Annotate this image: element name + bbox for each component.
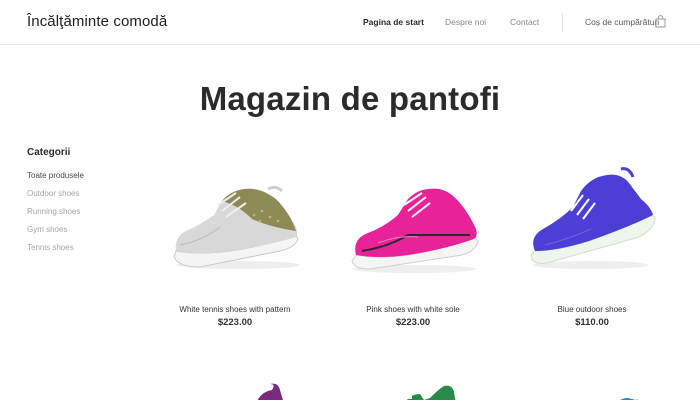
nav-contact[interactable]: Contact — [510, 17, 539, 27]
product-price: $110.00 — [575, 317, 609, 328]
nav-divider — [562, 13, 563, 32]
category-tennis[interactable]: Tennis shoes — [27, 243, 74, 252]
nav-home[interactable]: Pagina de start — [363, 17, 424, 27]
category-outdoor[interactable]: Outdoor shoes — [27, 189, 79, 198]
sidebar-title: Categorii — [27, 147, 71, 158]
product-card[interactable]: Blue outdoor shoes $110.00 — [512, 160, 672, 340]
product-image-peek — [257, 383, 283, 400]
product-image[interactable] — [338, 165, 488, 285]
cart-link[interactable]: Coș de cumpărături — [585, 17, 659, 27]
product-name[interactable]: Pink shoes with white sole — [333, 305, 493, 314]
product-image-peek — [404, 385, 456, 400]
site-header: Încălţăminte comodă Pagina de start Desp… — [0, 0, 700, 45]
product-image[interactable] — [160, 165, 310, 285]
page-title: Magazin de pantofi — [199, 80, 501, 117]
category-gym[interactable]: Gym shoes — [27, 225, 67, 234]
product-card[interactable]: White tennis shoes with pattern $223.00 — [155, 160, 315, 340]
product-name[interactable]: White tennis shoes with pattern — [155, 305, 315, 314]
product-name[interactable]: Blue outdoor shoes — [512, 305, 672, 314]
product-image[interactable] — [517, 165, 667, 285]
nav-about[interactable]: Despre noi — [445, 17, 486, 27]
product-card[interactable]: Pink shoes with white sole $223.00 — [333, 160, 493, 340]
category-running[interactable]: Running shoes — [27, 207, 80, 216]
product-price: $223.00 — [395, 317, 431, 328]
brand-logo[interactable]: Încălţăminte comodă — [27, 13, 167, 30]
product-image-peek — [620, 398, 639, 400]
shopping-bag-icon[interactable] — [655, 15, 666, 28]
category-all[interactable]: Toate produsele — [27, 171, 84, 180]
product-price: $223.00 — [217, 317, 253, 328]
